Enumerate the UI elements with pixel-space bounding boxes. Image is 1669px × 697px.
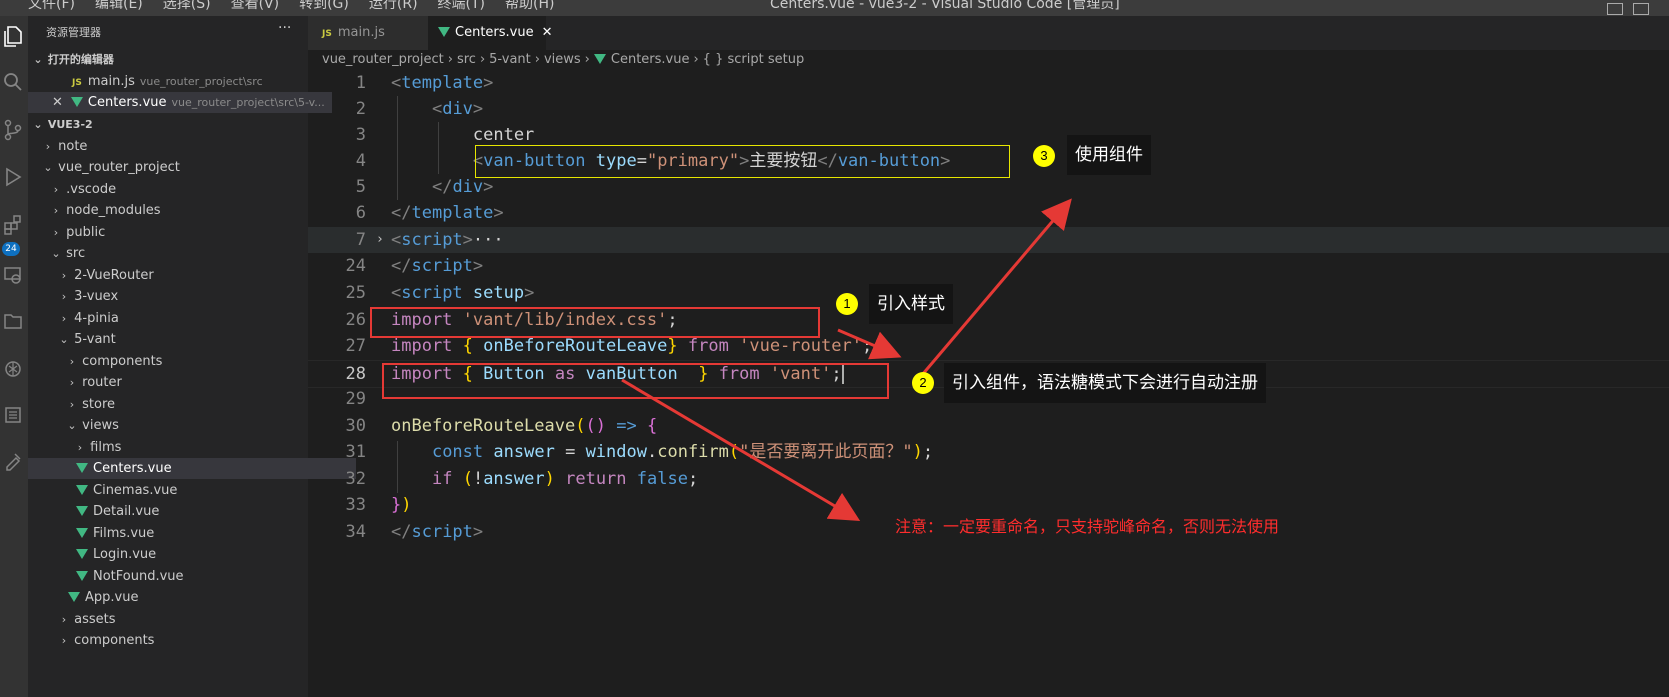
annotation-arrows — [621, 198, 1072, 522]
callout-number: 3 — [1033, 145, 1055, 167]
warning-note: 注意：一定要重命名，只支持驼峰命名，否则无法使用 — [895, 517, 1280, 536]
callout-number: 2 — [912, 372, 934, 394]
callout-number: 1 — [836, 293, 858, 315]
callout-import-style: 引入样式 — [869, 284, 953, 324]
callout-import-component: 引入组件，语法糖模式下会进行自动注册 — [944, 363, 1266, 403]
callout-use-component: 使用组件 — [1067, 135, 1151, 175]
